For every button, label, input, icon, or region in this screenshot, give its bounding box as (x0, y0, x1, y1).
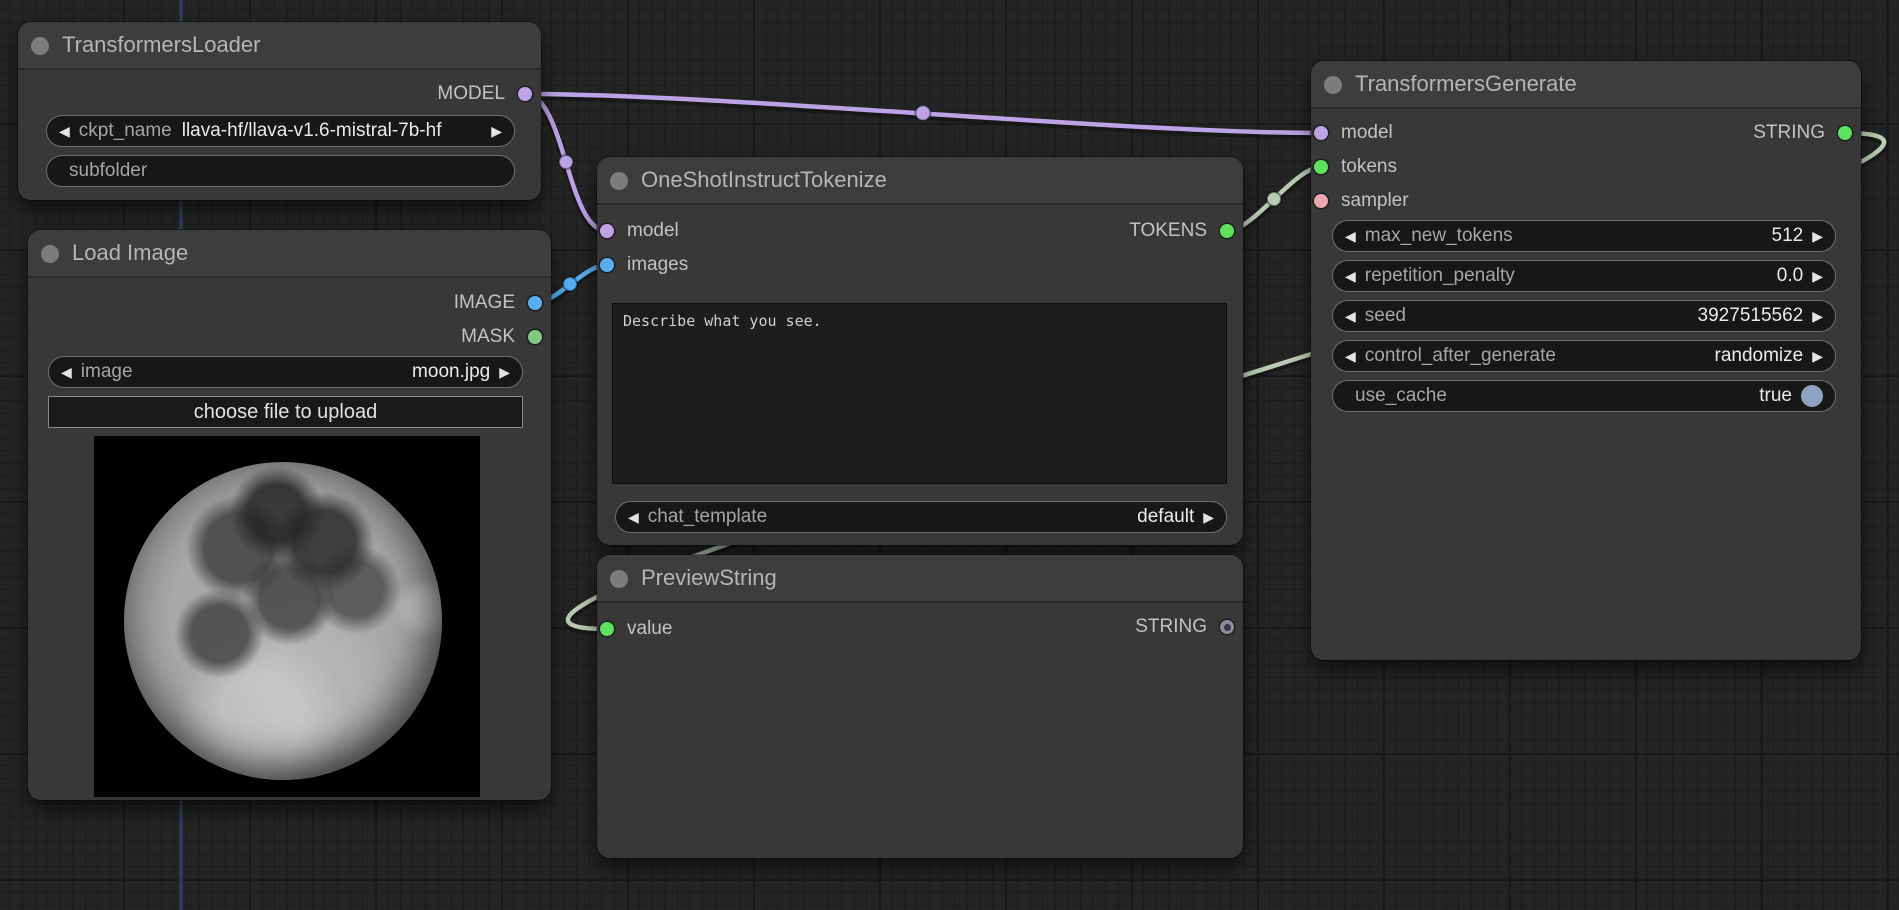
output-port-model[interactable] (518, 87, 532, 101)
increment-arrow-icon[interactable]: ▶ (1812, 229, 1823, 243)
node-one-shot-instruct-tokenize[interactable]: OneShotInstructTokenize model images TOK… (597, 157, 1243, 545)
widget-value: llava-hf/llava-v1.6-mistral-7b-hf (182, 120, 442, 142)
decrement-arrow-icon[interactable]: ◀ (1345, 229, 1356, 243)
collapse-toggle[interactable] (31, 37, 49, 55)
widget-use-cache[interactable]: use_cache true (1332, 380, 1836, 412)
node-title: TransformersLoader (62, 22, 260, 68)
increment-arrow-icon[interactable]: ▶ (499, 365, 510, 379)
toggle-knob[interactable] (1801, 385, 1823, 407)
port-label-value: value (627, 615, 672, 643)
decrement-arrow-icon[interactable]: ◀ (628, 510, 639, 524)
decrement-arrow-icon[interactable]: ◀ (1345, 309, 1356, 323)
widget-label: ckpt_name (79, 120, 172, 142)
decrement-arrow-icon[interactable]: ◀ (61, 365, 72, 379)
node-title-bar: TransformersGenerate (1311, 61, 1861, 109)
widget-max-new-tokens[interactable]: ◀ max_new_tokens 512 ▶ (1332, 220, 1836, 252)
decrement-arrow-icon[interactable]: ◀ (59, 124, 70, 138)
widget-value: 0.0 (1777, 265, 1803, 287)
prompt-textarea[interactable]: Describe what you see. (612, 303, 1227, 484)
output-port-string[interactable] (1838, 126, 1852, 140)
widget-label: max_new_tokens (1365, 225, 1513, 247)
port-label-sampler: sampler (1341, 187, 1409, 215)
output-port-tokens[interactable] (1220, 224, 1234, 238)
node-title: OneShotInstructTokenize (641, 157, 887, 203)
moon-photo (124, 462, 442, 780)
widget-label: seed (1365, 305, 1406, 327)
output-port-string[interactable] (1220, 620, 1234, 634)
port-label-model: model (627, 217, 679, 245)
port-label-string: STRING (1753, 119, 1825, 147)
collapse-toggle[interactable] (610, 570, 628, 588)
increment-arrow-icon[interactable]: ▶ (1812, 269, 1823, 283)
increment-arrow-icon[interactable]: ▶ (1812, 309, 1823, 323)
port-label-images: images (627, 251, 688, 279)
output-port-image[interactable] (528, 296, 542, 310)
node-transformers-generate[interactable]: TransformersGenerate model tokens sample… (1311, 61, 1861, 660)
widget-repetition-penalty[interactable]: ◀ repetition_penalty 0.0 ▶ (1332, 260, 1836, 292)
widget-image[interactable]: ◀ image moon.jpg ▶ (48, 356, 523, 388)
link-midpoint-dot (1267, 192, 1281, 206)
node-preview-string[interactable]: PreviewString value STRING (597, 555, 1243, 858)
widget-ckpt-name[interactable]: ◀ ckpt_name llava-hf/llava-v1.6-mistral-… (46, 115, 515, 147)
input-port-sampler[interactable] (1314, 194, 1328, 208)
node-transformers-loader[interactable]: TransformersLoader MODEL ◀ ckpt_name lla… (18, 22, 541, 200)
input-port-tokens[interactable] (1314, 160, 1328, 174)
node-load-image[interactable]: Load Image IMAGE MASK ◀ image moon.jpg ▶… (28, 230, 551, 800)
widget-label: image (81, 361, 133, 383)
widget-label: chat_template (648, 506, 767, 528)
input-port-model[interactable] (600, 224, 614, 238)
node-title-bar: Load Image (28, 230, 551, 278)
widget-value: 3927515562 (1698, 305, 1804, 327)
widget-control-after-generate[interactable]: ◀ control_after_generate randomize ▶ (1332, 340, 1836, 372)
port-label-tokens: tokens (1341, 153, 1397, 181)
collapse-toggle[interactable] (610, 172, 628, 190)
widget-value: true (1759, 385, 1792, 407)
decrement-arrow-icon[interactable]: ◀ (1345, 269, 1356, 283)
output-port-mask[interactable] (528, 330, 542, 344)
node-title-bar: OneShotInstructTokenize (597, 157, 1243, 205)
node-title: PreviewString (641, 555, 777, 601)
link-midpoint-dot (916, 106, 931, 121)
input-port-value[interactable] (600, 622, 614, 636)
port-label-mask: MASK (461, 323, 515, 351)
widget-label: subfolder (69, 160, 147, 182)
widget-label: control_after_generate (1365, 345, 1556, 367)
widget-label: use_cache (1355, 385, 1447, 407)
increment-arrow-icon[interactable]: ▶ (1203, 510, 1214, 524)
increment-arrow-icon[interactable]: ▶ (491, 124, 502, 138)
widget-subfolder[interactable]: subfolder (46, 155, 515, 187)
widget-label: repetition_penalty (1365, 265, 1515, 287)
link-midpoint-dot (559, 155, 573, 169)
collapse-toggle[interactable] (41, 245, 59, 263)
widget-seed[interactable]: ◀ seed 3927515562 ▶ (1332, 300, 1836, 332)
widget-value: 512 (1772, 225, 1804, 247)
port-label-model: model (1341, 119, 1393, 147)
node-title-bar: PreviewString (597, 555, 1243, 603)
node-title: Load Image (72, 230, 188, 276)
widget-value: default (1137, 506, 1194, 528)
graph-canvas[interactable]: TransformersLoader MODEL ◀ ckpt_name lla… (0, 0, 1899, 910)
input-port-images[interactable] (600, 258, 614, 272)
node-title: TransformersGenerate (1355, 61, 1577, 107)
widget-value: moon.jpg (412, 361, 490, 383)
widget-value: randomize (1715, 345, 1804, 367)
collapse-toggle[interactable] (1324, 76, 1342, 94)
port-label-tokens: TOKENS (1129, 217, 1207, 245)
choose-file-label: choose file to upload (194, 401, 377, 424)
input-port-model[interactable] (1314, 126, 1328, 140)
widget-chat-template[interactable]: ◀ chat_template default ▶ (615, 501, 1227, 533)
port-label-string: STRING (1135, 613, 1207, 641)
choose-file-button[interactable]: choose file to upload (48, 396, 523, 428)
node-title-bar: TransformersLoader (18, 22, 541, 70)
image-preview (94, 436, 480, 797)
decrement-arrow-icon[interactable]: ◀ (1345, 349, 1356, 363)
port-label-image: IMAGE (454, 289, 515, 317)
port-label-model: MODEL (437, 80, 505, 108)
increment-arrow-icon[interactable]: ▶ (1812, 349, 1823, 363)
link-midpoint-dot (563, 277, 577, 291)
